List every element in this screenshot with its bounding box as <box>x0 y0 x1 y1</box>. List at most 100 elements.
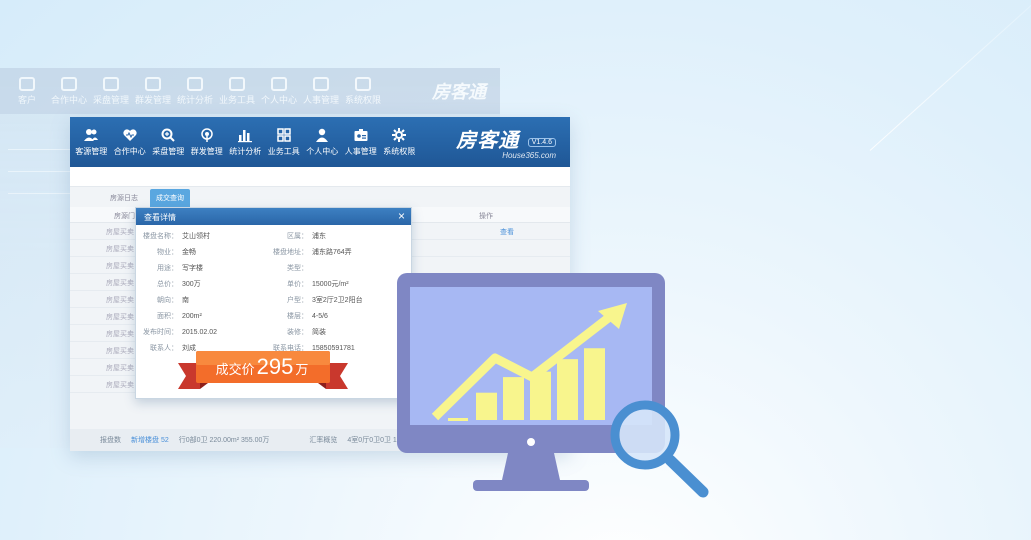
ghost-nav-item: 统计分析 <box>176 76 214 106</box>
detail-fields: 楼盘名称： 艾山领村物业： 金畅用途： 写字楼总价： 300万朝向： 南面积： 200m² 发… <box>136 225 411 352</box>
dialog-title: 查看详情 <box>144 213 176 222</box>
nav-item-collect[interactable]: 采盘管理 <box>149 127 188 157</box>
nav-item-customers[interactable]: 客源管理 <box>72 127 111 157</box>
detail-field: 单价： 15000元/m² <box>268 279 349 289</box>
ghost-nav-icon <box>355 76 371 91</box>
detail-field: 区属： 浦东 <box>268 231 326 241</box>
nav-item-hr[interactable]: 人事管理 <box>342 127 381 157</box>
decorative-line <box>869 0 1031 151</box>
tab-listing-log[interactable]: 房源日志 <box>104 189 144 207</box>
gear-icon <box>380 127 419 143</box>
nav-label: 统计分析 <box>229 147 262 156</box>
detail-field: 楼层： 4-5/6 <box>268 311 328 321</box>
row-type: 房屋买卖 <box>106 280 134 287</box>
field-label: 总价： <box>157 281 178 288</box>
person-icon <box>303 127 342 143</box>
deal-price-banner: 成交价295 万 <box>178 349 348 391</box>
ghost-nav-item: 采盘管理 <box>92 76 130 106</box>
row-type: 房屋买卖 <box>106 314 134 321</box>
nav-item-broadcast[interactable]: 群发管理 <box>188 127 227 157</box>
close-icon[interactable]: × <box>398 209 405 223</box>
deal-price-value: 295 <box>256 354 294 379</box>
nav-label: 客源管理 <box>75 147 108 156</box>
ghost-nav-label: 系统权限 <box>344 94 381 105</box>
ghost-nav-label: 合作中心 <box>50 94 87 105</box>
growth-bar-stub <box>448 418 468 421</box>
deal-price: 成交价295 万 <box>198 352 326 382</box>
field-label: 物业： <box>157 249 178 256</box>
column-header: 操作 <box>479 213 493 220</box>
field-value: 4-5/6 <box>312 313 328 320</box>
ghost-nav-icon <box>61 76 77 91</box>
field-value: 300万 <box>182 281 201 288</box>
detail-field: 面积： 200m² <box>140 311 202 321</box>
breadcrumb <box>70 167 570 187</box>
field-label: 单价： <box>287 281 308 288</box>
search-icon <box>149 127 188 143</box>
ghost-nav-icon <box>229 76 245 91</box>
field-label: 户型： <box>287 297 308 304</box>
field-value: 金畅 <box>182 249 196 256</box>
detail-field: 楼盘地址： 浦东路764弄 <box>268 247 352 257</box>
users-icon <box>72 127 111 143</box>
ghost-nav-item: 系统权限 <box>344 76 382 106</box>
magnifier-lens <box>610 400 680 470</box>
field-label: 类型： <box>287 265 308 272</box>
heart-icon <box>111 127 150 143</box>
field-label: 楼层： <box>287 313 308 320</box>
field-value: 200m² <box>182 313 202 320</box>
main-nav: 客源管理 合作中心 采盘管理 群发管理 统计分析 业务工具 个人中心 人事管理 … <box>72 127 419 157</box>
ghost-logo: 房客通 <box>432 82 486 102</box>
broadcast-icon <box>188 127 227 143</box>
grid-icon <box>265 127 304 143</box>
field-value: 写字楼 <box>182 265 203 272</box>
field-value: 南 <box>182 297 189 304</box>
ghost-nav-item: 客户 <box>8 76 46 106</box>
ghost-nav-item: 合作中心 <box>50 76 88 106</box>
field-value: 15000元/m² <box>312 281 349 288</box>
detail-field: 物业： 金畅 <box>140 247 196 257</box>
tab-deal-query[interactable]: 成交查询 <box>150 189 190 207</box>
growth-bar <box>584 348 605 420</box>
nav-label: 采盘管理 <box>152 147 185 156</box>
row-type: 房屋买卖 <box>106 348 134 355</box>
growth-bar <box>476 392 497 420</box>
nav-label: 群发管理 <box>190 147 223 156</box>
ghost-nav-icon <box>187 76 203 91</box>
field-label: 面积： <box>157 313 178 320</box>
row-type: 房屋买卖 <box>106 263 134 270</box>
bar-chart-icon <box>226 127 265 143</box>
id-card-icon <box>342 127 381 143</box>
status-count: 报盘数 <box>100 437 121 444</box>
ghost-header: 客户 合作中心 采盘管理 群发管理 统计分析 业务工具 个人中心 人事管理 系统权限 房客通 <box>0 68 500 114</box>
nav-label: 业务工具 <box>267 147 300 156</box>
brand-logo: 房客通 <box>456 130 520 152</box>
field-value: 浦东路764弄 <box>312 249 352 256</box>
nav-item-personal[interactable]: 个人中心 <box>303 127 342 157</box>
ghost-nav-icon <box>313 76 329 91</box>
ghost-nav-icon <box>145 76 161 91</box>
ghost-nav-label: 群发管理 <box>134 94 171 105</box>
dialog-title-bar: 查看详情 × <box>136 208 411 225</box>
ghost-nav-item: 业务工具 <box>218 76 256 106</box>
nav-item-cooperation[interactable]: 合作中心 <box>111 127 150 157</box>
field-label: 用途： <box>157 265 178 272</box>
status-rate: 汇率概览 <box>309 437 338 444</box>
field-label: 楼盘地址： <box>273 249 308 256</box>
field-label: 联系人： <box>150 345 178 352</box>
nav-item-statistics[interactable]: 统计分析 <box>226 127 265 157</box>
row-type: 房屋买卖 <box>106 246 134 253</box>
field-label: 朝向： <box>157 297 178 304</box>
nav-item-settings[interactable]: 系统权限 <box>380 127 419 157</box>
field-value: 艾山领村 <box>182 233 210 240</box>
status-new: 新增楼盘 52 <box>131 437 169 444</box>
brand-site: House365.com <box>502 151 556 160</box>
nav-item-tools[interactable]: 业务工具 <box>265 127 304 157</box>
view-link[interactable]: 查看 <box>500 227 514 237</box>
field-value: 3室2厅2卫2阳台 <box>312 297 363 304</box>
field-label: 发布时间： <box>143 329 178 336</box>
detail-field: 楼盘名称： 艾山领村 <box>140 231 210 241</box>
ghost-nav-icon <box>271 76 287 91</box>
row-type: 房屋买卖 <box>106 382 134 389</box>
row-type: 房屋买卖 <box>106 365 134 372</box>
